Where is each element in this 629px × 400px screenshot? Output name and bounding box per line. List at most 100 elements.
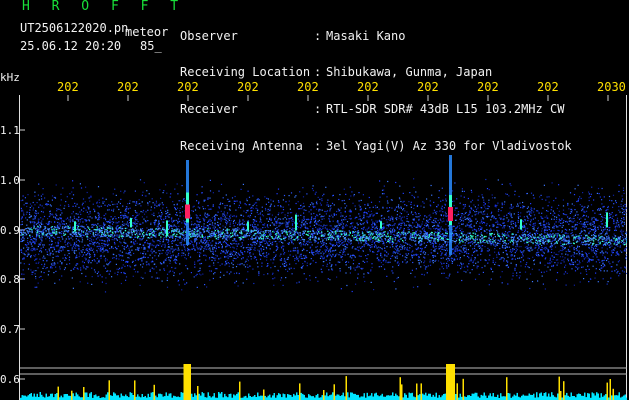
noise-pixel	[257, 213, 259, 215]
noise-pixel	[249, 254, 251, 256]
noise-pixel	[162, 249, 164, 251]
noise-pixel	[537, 280, 539, 282]
noise-pixel	[556, 216, 558, 218]
noise-pixel	[326, 246, 328, 248]
noise-pixel	[151, 276, 153, 278]
noise-pixel	[386, 196, 388, 198]
noise-pixel	[577, 217, 579, 219]
noise-pixel	[539, 236, 541, 238]
noise-pixel	[399, 236, 401, 238]
noise-pixel	[194, 261, 196, 263]
noise-pixel	[503, 247, 505, 249]
noise-pixel	[440, 207, 442, 209]
noise-pixel	[40, 222, 42, 224]
noise-pixel	[219, 227, 222, 229]
noise-pixel	[313, 224, 315, 226]
noise-pixel	[91, 240, 93, 242]
noise-pixel	[477, 207, 479, 209]
noise-pixel	[324, 242, 326, 244]
noise-pixel	[162, 241, 164, 243]
noise-pixel	[541, 244, 543, 247]
noise-pixel	[368, 236, 370, 238]
noise-pixel	[208, 214, 210, 216]
noise-pixel	[501, 202, 503, 204]
noise-pixel	[121, 214, 123, 216]
noise-pixel	[345, 248, 347, 250]
noise-pixel	[440, 233, 442, 236]
noise-pixel	[233, 242, 235, 245]
noise-pixel	[416, 205, 418, 207]
noise-pixel	[173, 224, 175, 226]
noise-pixel	[387, 261, 389, 263]
noise-pixel	[331, 202, 334, 204]
noise-pixel	[292, 248, 295, 250]
noise-pixel	[544, 258, 546, 260]
noise-pixel	[594, 225, 596, 227]
noise-pixel	[304, 257, 306, 259]
noise-pixel	[133, 268, 135, 270]
noise-pixel	[209, 249, 211, 251]
noise-pixel	[544, 216, 546, 218]
noise-pixel	[236, 255, 238, 257]
noise-pixel	[22, 199, 24, 201]
noise-pixel	[626, 256, 627, 258]
y-tick-label: 0.9	[0, 224, 20, 237]
noise-pixel	[125, 276, 128, 278]
noise-pixel	[114, 188, 116, 190]
noise-pixel	[309, 263, 311, 265]
noise-pixel	[360, 223, 362, 226]
noise-pixel	[67, 243, 69, 245]
noise-pixel	[260, 230, 262, 232]
noise-pixel	[117, 222, 119, 224]
noise-pixel	[297, 260, 300, 262]
noise-pixel	[222, 213, 224, 215]
noise-pixel	[437, 223, 439, 225]
noise-pixel	[193, 205, 195, 207]
noise-pixel	[176, 183, 178, 185]
noise-pixel	[607, 281, 609, 283]
noise-pixel	[353, 238, 355, 240]
noise-pixel	[207, 197, 209, 199]
noise-pixel	[192, 227, 194, 229]
noise-pixel	[528, 247, 530, 249]
noise-pixel	[227, 218, 230, 220]
noise-pixel	[546, 215, 548, 217]
noise-pixel	[35, 262, 37, 264]
noise-pixel	[412, 286, 415, 288]
noise-pixel	[621, 236, 624, 239]
noise-pixel	[608, 217, 610, 219]
noise-pixel	[269, 209, 271, 212]
noise-pixel	[519, 275, 521, 277]
noise-pixel	[88, 253, 90, 255]
noise-pixel	[22, 195, 24, 197]
noise-pixel	[52, 259, 54, 261]
noise-pixel	[562, 213, 564, 215]
noise-pixel	[105, 257, 107, 260]
noise-pixel	[200, 245, 202, 247]
noise-pixel	[445, 200, 447, 202]
noise-pixel	[590, 193, 592, 195]
noise-pixel	[127, 217, 129, 219]
noise-pixel	[555, 221, 557, 223]
noise-pixel	[319, 202, 321, 204]
noise-pixel	[44, 197, 46, 199]
noise-pixel	[35, 216, 37, 218]
noise-pixel	[267, 273, 269, 275]
noise-pixel	[464, 212, 466, 214]
noise-pixel	[258, 250, 260, 252]
noise-pixel	[594, 252, 596, 254]
noise-pixel	[94, 215, 97, 218]
noise-pixel	[331, 238, 333, 240]
noise-pixel	[132, 215, 134, 217]
noise-pixel	[106, 205, 109, 207]
noise-pixel	[137, 203, 139, 205]
noise-pixel	[530, 215, 532, 217]
noise-pixel	[543, 226, 545, 228]
noise-pixel	[60, 240, 62, 242]
noise-pixel	[586, 273, 588, 275]
noise-pixel	[592, 249, 594, 251]
noise-pixel	[288, 250, 290, 252]
noise-pixel	[385, 219, 387, 221]
noise-pixel	[346, 225, 348, 227]
noise-pixel	[358, 243, 360, 245]
